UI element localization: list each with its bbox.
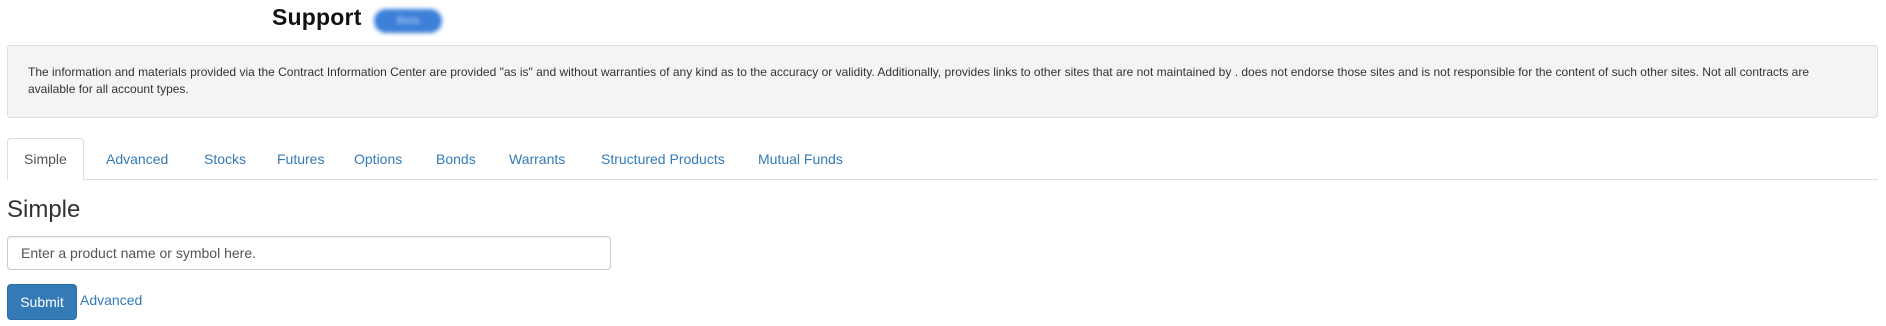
submit-button[interactable]: Submit: [7, 284, 77, 320]
disclaimer-panel: The information and materials provided v…: [7, 45, 1878, 118]
tab-stocks[interactable]: Stocks: [188, 138, 262, 180]
tab-simple[interactable]: Simple: [7, 138, 84, 181]
page-title: Support: [272, 4, 362, 30]
tab-mutual-funds[interactable]: Mutual Funds: [742, 138, 859, 180]
tab-warrants[interactable]: Warrants: [493, 138, 581, 180]
tab-advanced[interactable]: Advanced: [90, 138, 184, 180]
tab-structured-products[interactable]: Structured Products: [585, 138, 741, 180]
page-header: Support Beta: [0, 0, 1886, 40]
advanced-search-link[interactable]: Advanced: [80, 292, 142, 308]
disclaimer-text: The information and materials provided v…: [28, 65, 1810, 96]
section-heading: Simple: [7, 196, 81, 223]
tab-bar: Simple Advanced Stocks Futures Options B…: [7, 138, 1878, 181]
tab-futures[interactable]: Futures: [261, 138, 340, 180]
product-search-input[interactable]: [7, 236, 611, 270]
header-badge: Beta: [374, 9, 442, 33]
tab-options[interactable]: Options: [338, 138, 418, 180]
tab-bonds[interactable]: Bonds: [420, 138, 492, 180]
